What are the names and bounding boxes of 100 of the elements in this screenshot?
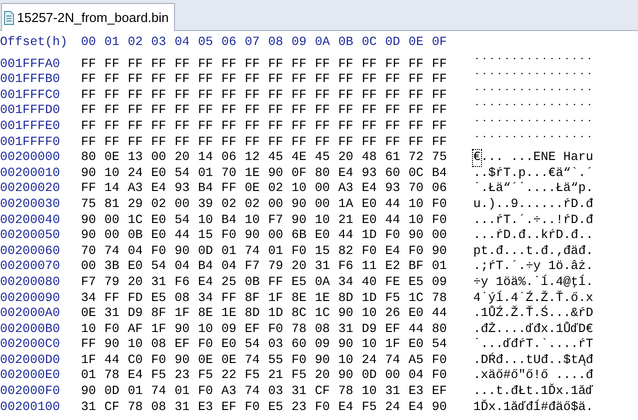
- hex-byte: FF: [128, 56, 144, 72]
- hex-byte: 1D: [268, 306, 284, 322]
- hex-byte: FF: [81, 88, 98, 104]
- hex-byte: 23: [174, 368, 191, 384]
- hex-byte: 74: [244, 244, 261, 260]
- hex-byte: 00: [314, 181, 331, 197]
- hex-byte: FF: [244, 103, 261, 119]
- file-tab[interactable]: 15257-2N_from_board.bin: [1, 3, 175, 31]
- hex-byte: 44: [338, 228, 354, 244]
- hex-byte: FF: [198, 72, 214, 88]
- hex-byte: 34: [338, 274, 354, 290]
- hex-byte: FF: [221, 290, 238, 306]
- hex-byte: 70: [408, 181, 424, 197]
- offset-label: 001FFFF0: [0, 134, 62, 150]
- hex-byte: 44: [385, 212, 402, 228]
- hex-byte: F0: [221, 228, 238, 244]
- hex-byte: FF: [432, 118, 448, 135]
- hex-byte: 09: [314, 337, 331, 353]
- hex-byte: 74: [104, 244, 120, 260]
- hex-byte: 01: [432, 259, 448, 275]
- hex-byte: 0E: [244, 181, 261, 197]
- hex-byte: BF: [408, 259, 424, 275]
- hex-byte: FF: [408, 56, 424, 72]
- hex-byte: FF: [104, 88, 120, 104]
- hex-byte: 90: [81, 166, 98, 182]
- ascii-text: ˙˙˙˙˙˙˙˙˙˙˙˙˙˙˙˙: [473, 118, 594, 135]
- offset-label: 00200070: [0, 259, 62, 275]
- offset-label: 002000C0: [0, 337, 62, 353]
- hex-byte: 8D: [244, 306, 261, 322]
- hex-byte: 48: [362, 150, 378, 166]
- hex-byte: 44: [174, 228, 191, 244]
- hex-byte: 44: [432, 306, 448, 322]
- hex-byte: 01: [221, 244, 238, 260]
- hex-byte: E4: [362, 181, 378, 197]
- hex-byte: 23: [292, 400, 308, 416]
- hex-byte: 78: [432, 290, 448, 306]
- hex-byte: F0: [432, 352, 448, 368]
- hex-byte: E4: [338, 400, 354, 416]
- hex-byte: 31: [151, 274, 168, 290]
- column-header: 0B: [338, 35, 354, 51]
- hex-byte: FF: [151, 134, 168, 150]
- hex-byte: FF: [314, 118, 331, 135]
- ascii-text: ...ŕT.´.÷..!ŕD.đ: [473, 212, 594, 228]
- hex-byte: 78: [338, 384, 354, 400]
- hex-byte: 03: [268, 337, 284, 353]
- hex-byte: FF: [432, 134, 448, 150]
- hex-byte: 75: [432, 150, 448, 166]
- hex-byte: 00: [268, 196, 284, 213]
- hex-byte: 13: [128, 150, 144, 166]
- file-icon: [4, 10, 14, 24]
- hex-byte: 8C: [292, 306, 308, 322]
- hex-byte: 0F: [292, 166, 308, 182]
- hex-byte: FF: [221, 103, 238, 119]
- hex-byte: 20: [174, 150, 191, 166]
- hex-byte: 02: [244, 196, 261, 213]
- hex-byte: FF: [244, 56, 261, 72]
- column-header: 03: [151, 35, 168, 51]
- hex-byte: 90: [174, 352, 191, 368]
- hex-byte: 31: [314, 259, 331, 275]
- hex-byte: B4: [432, 166, 448, 182]
- hex-byte: 1E: [314, 290, 331, 306]
- hex-byte: 1D: [362, 228, 378, 244]
- hex-byte: B4: [221, 212, 238, 228]
- column-header: 08: [268, 35, 284, 51]
- hex-byte: D9: [362, 322, 378, 338]
- hex-byte: 39: [198, 196, 214, 213]
- hex-byte: 24: [385, 400, 402, 416]
- hex-byte: F0: [151, 244, 168, 260]
- hex-byte: 10: [362, 384, 378, 400]
- hex-byte: 06: [221, 150, 238, 166]
- ascii-text: pt.đ...t.đ.‚đäđ.: [473, 244, 594, 260]
- hex-byte: 20: [338, 150, 354, 166]
- hex-byte: E2: [385, 259, 402, 275]
- column-header: 0E: [408, 35, 424, 51]
- hex-byte: F0: [408, 244, 424, 260]
- hex-byte: FF: [408, 103, 424, 119]
- hex-byte: 00: [81, 259, 98, 275]
- hex-byte: 01: [174, 384, 191, 400]
- hex-byte: 11: [362, 259, 378, 275]
- hex-byte: FF: [268, 274, 284, 290]
- column-header: 07: [244, 35, 261, 51]
- ascii-text: ...ŕD.đ..kŕD.đ..: [473, 228, 594, 244]
- hex-byte: AF: [128, 322, 144, 338]
- hex-byte: E0: [151, 212, 168, 228]
- hex-byte: F6: [338, 259, 354, 275]
- hex-byte: E3: [408, 384, 424, 400]
- hex-byte: 90: [292, 196, 308, 213]
- hex-byte: 54: [432, 337, 448, 353]
- hex-byte: FF: [338, 72, 354, 88]
- hex-byte: 12: [244, 150, 261, 166]
- hex-byte: FF: [221, 118, 238, 135]
- offset-label: 00200000: [0, 150, 62, 166]
- hex-byte: FF: [314, 72, 331, 88]
- hex-byte: FF: [174, 118, 191, 135]
- ascii-text: ..$ŕT.p...€ä“`.´: [473, 166, 594, 182]
- hex-byte: 0B: [128, 228, 144, 244]
- column-header: 0C: [362, 35, 378, 51]
- hex-byte: FF: [268, 103, 284, 119]
- hex-byte: FF: [104, 72, 120, 88]
- hex-byte: 25: [221, 274, 238, 290]
